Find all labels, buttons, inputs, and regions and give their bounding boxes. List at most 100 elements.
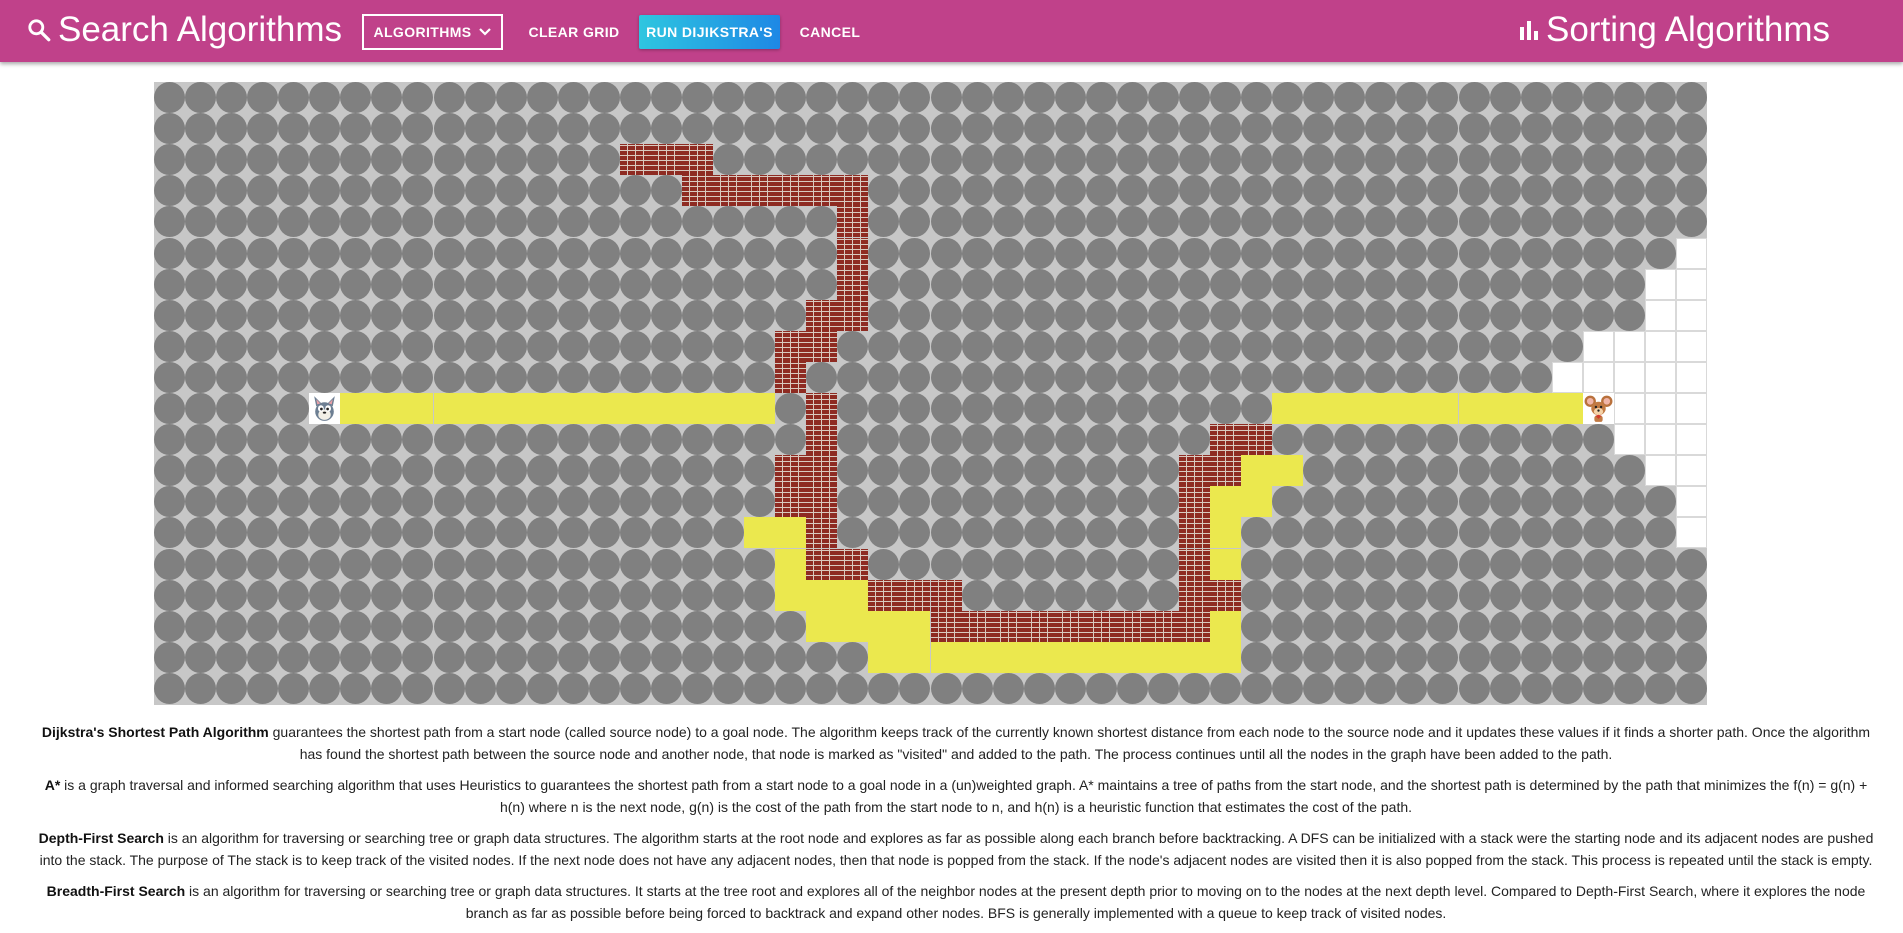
node-unvisited[interactable] [371, 299, 403, 331]
node-unvisited[interactable] [185, 455, 217, 487]
node-unvisited[interactable] [992, 455, 1024, 487]
node-unvisited[interactable] [1613, 641, 1645, 673]
node-unvisited[interactable] [1551, 548, 1583, 580]
node-unvisited[interactable] [1613, 175, 1645, 207]
node-unvisited[interactable] [371, 610, 403, 642]
node-unvisited[interactable] [1334, 579, 1366, 611]
node-unvisited[interactable] [402, 610, 434, 642]
node-unvisited[interactable] [650, 641, 682, 673]
node-path[interactable] [1023, 641, 1055, 673]
node-unvisited[interactable] [1427, 82, 1459, 113]
node-unvisited[interactable] [837, 641, 869, 673]
node-unvisited[interactable] [1303, 330, 1335, 362]
node-unvisited[interactable] [1644, 610, 1676, 642]
node-unvisited[interactable] [899, 361, 931, 393]
wall-node[interactable] [992, 610, 1024, 642]
node-unvisited[interactable] [433, 361, 465, 393]
wall-node[interactable] [930, 610, 962, 642]
node-unvisited[interactable] [1116, 424, 1148, 456]
node-unvisited[interactable] [588, 517, 620, 549]
node-unvisited[interactable] [1613, 455, 1645, 487]
node-unvisited[interactable] [1458, 610, 1490, 642]
node-path[interactable] [340, 393, 372, 424]
node-unvisited[interactable] [837, 82, 869, 113]
node-unvisited[interactable] [1396, 299, 1428, 331]
node-unvisited[interactable] [371, 237, 403, 269]
node-unvisited[interactable] [588, 548, 620, 580]
node-empty[interactable] [1675, 330, 1707, 362]
node-unvisited[interactable] [1489, 237, 1521, 269]
node-unvisited[interactable] [961, 144, 993, 176]
node-unvisited[interactable] [930, 672, 962, 704]
node-unvisited[interactable] [775, 268, 807, 300]
cancel-button[interactable]: CANCEL [790, 14, 870, 50]
node-unvisited[interactable] [1489, 113, 1521, 145]
node-unvisited[interactable] [309, 424, 341, 456]
node-unvisited[interactable] [402, 424, 434, 456]
node-unvisited[interactable] [247, 330, 279, 362]
node-unvisited[interactable] [1396, 579, 1428, 611]
node-unvisited[interactable] [619, 548, 651, 580]
wall-node[interactable] [1147, 610, 1179, 642]
node-unvisited[interactable] [495, 82, 527, 113]
node-path[interactable] [1396, 393, 1428, 424]
node-unvisited[interactable] [185, 144, 217, 176]
node-unvisited[interactable] [526, 672, 558, 704]
node-unvisited[interactable] [868, 82, 900, 113]
node-unvisited[interactable] [1551, 641, 1583, 673]
node-empty[interactable] [1644, 424, 1676, 456]
node-unvisited[interactable] [1365, 144, 1397, 176]
node-unvisited[interactable] [1613, 268, 1645, 300]
node-unvisited[interactable] [154, 455, 185, 487]
node-path[interactable] [1210, 548, 1242, 580]
node-unvisited[interactable] [340, 330, 372, 362]
node-unvisited[interactable] [1458, 206, 1490, 238]
node-unvisited[interactable] [1458, 144, 1490, 176]
node-unvisited[interactable] [1489, 82, 1521, 113]
node-unvisited[interactable] [1551, 424, 1583, 456]
node-unvisited[interactable] [1054, 113, 1086, 145]
wall-node[interactable] [930, 579, 962, 611]
node-unvisited[interactable] [899, 548, 931, 580]
node-path[interactable] [961, 641, 993, 673]
node-unvisited[interactable] [1334, 610, 1366, 642]
wall-node[interactable] [1241, 424, 1273, 456]
node-unvisited[interactable] [1458, 455, 1490, 487]
node-unvisited[interactable] [495, 610, 527, 642]
node-unvisited[interactable] [1427, 424, 1459, 456]
node-unvisited[interactable] [1334, 486, 1366, 518]
node-unvisited[interactable] [1272, 517, 1304, 549]
node-unvisited[interactable] [526, 455, 558, 487]
node-unvisited[interactable] [464, 330, 496, 362]
node-unvisited[interactable] [713, 361, 745, 393]
node-unvisited[interactable] [992, 206, 1024, 238]
node-unvisited[interactable] [1147, 237, 1179, 269]
node-unvisited[interactable] [1178, 144, 1210, 176]
node-unvisited[interactable] [247, 424, 279, 456]
node-path[interactable] [1178, 641, 1210, 673]
node-unvisited[interactable] [1675, 672, 1707, 704]
node-unvisited[interactable] [1551, 175, 1583, 207]
node-unvisited[interactable] [930, 455, 962, 487]
node-unvisited[interactable] [650, 579, 682, 611]
node-unvisited[interactable] [930, 361, 962, 393]
node-unvisited[interactable] [868, 237, 900, 269]
node-unvisited[interactable] [1675, 144, 1707, 176]
node-unvisited[interactable] [619, 361, 651, 393]
node-unvisited[interactable] [1396, 206, 1428, 238]
node-unvisited[interactable] [1396, 455, 1428, 487]
node-unvisited[interactable] [433, 672, 465, 704]
node-unvisited[interactable] [371, 517, 403, 549]
node-unvisited[interactable] [1023, 455, 1055, 487]
node-unvisited[interactable] [619, 113, 651, 145]
node-unvisited[interactable] [1116, 579, 1148, 611]
node-unvisited[interactable] [1334, 82, 1366, 113]
node-unvisited[interactable] [775, 672, 807, 704]
node-unvisited[interactable] [682, 610, 714, 642]
node-unvisited[interactable] [1303, 82, 1335, 113]
node-unvisited[interactable] [1489, 144, 1521, 176]
wall-node[interactable] [837, 299, 869, 331]
pathfinding-grid[interactable] [154, 82, 1707, 705]
node-unvisited[interactable] [899, 424, 931, 456]
node-unvisited[interactable] [557, 113, 589, 145]
